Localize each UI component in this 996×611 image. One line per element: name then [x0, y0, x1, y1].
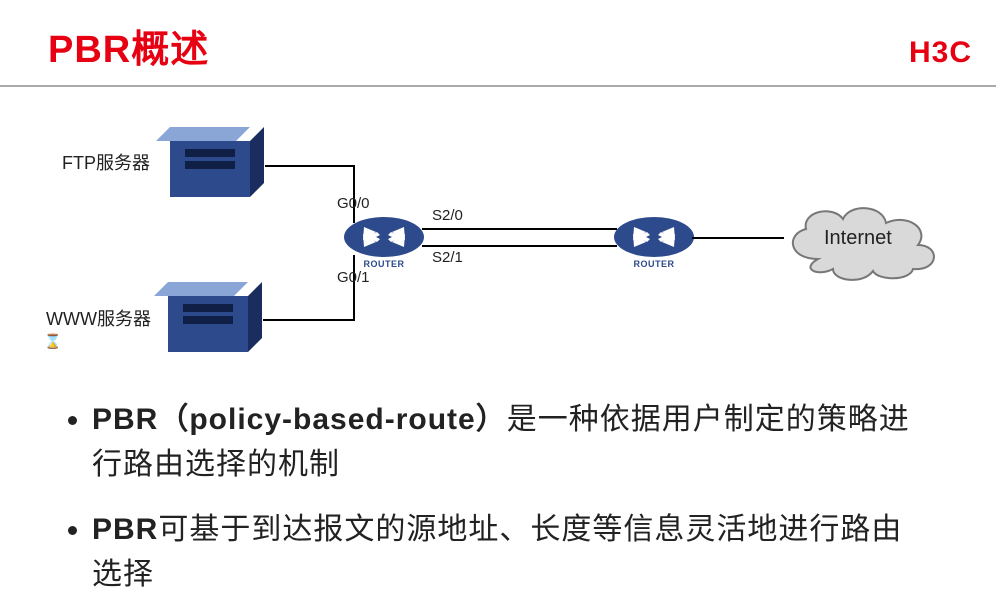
bullet-text: 可基于到达报文的源地址、长度等信息灵活地进行路由选择 [92, 513, 902, 591]
router-caption: ROUTER [614, 259, 694, 269]
slide-header: PBR概述 H3C [0, 0, 996, 87]
www-server-icon [168, 282, 248, 352]
ftp-server-label: FTP服务器 [62, 149, 150, 175]
page-title: PBR概述 [48, 18, 209, 73]
link-line [353, 165, 355, 223]
interface-label-g01: G0/1 [337, 269, 370, 286]
link-line [692, 237, 784, 239]
link-line [353, 255, 355, 321]
bullet-item: PBR可基于到达报文的源地址、长度等信息灵活地进行路由选择 [92, 507, 928, 597]
bullet-item: PBR（policy-based-route）是一种依据用户制定的策略进行路由选… [92, 397, 928, 487]
www-server-label: WWW服务器 [46, 305, 151, 331]
interface-label-g00: G0/0 [337, 195, 370, 212]
hourglass-icon: ⌛ [44, 333, 61, 350]
link-line [263, 319, 355, 321]
ftp-server-icon [170, 127, 250, 197]
router-caption: ROUTER [344, 259, 424, 269]
link-line [265, 165, 355, 167]
bullet-list: PBR（policy-based-route）是一种依据用户制定的策略进行路由选… [0, 367, 996, 597]
brand-logo: H3C [909, 36, 972, 70]
link-line [422, 228, 617, 230]
router-right-icon: ROUTER [614, 217, 694, 271]
interface-label-s20: S2/0 [432, 207, 463, 224]
bullet-lead: PBR [92, 513, 158, 546]
bullet-lead: PBR（policy-based-route） [92, 403, 507, 436]
link-line [422, 245, 617, 247]
interface-label-s21: S2/1 [432, 249, 463, 266]
internet-label: Internet [824, 227, 892, 250]
router-left-icon: ROUTER [344, 217, 424, 271]
network-diagram: FTP服务器 WWW服务器 ⌛ ROUTER [0, 87, 996, 367]
